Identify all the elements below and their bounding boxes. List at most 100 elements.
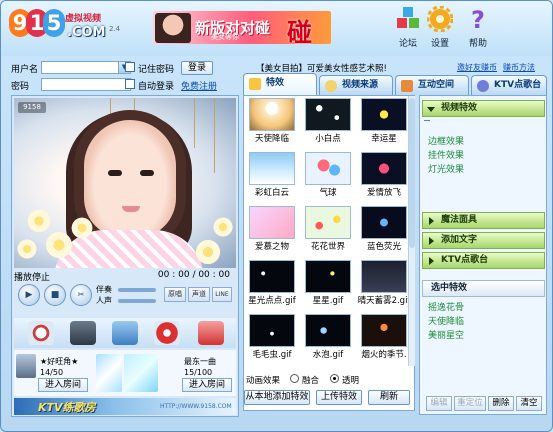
effect-cell[interactable]: 小白点 [304, 98, 352, 144]
effects-grid: 天使降临 小白点 幸运星彩虹白云 气球 爱情放飞爱慕之物 花花世界 蓝色荧光星光点点.gif… [248, 98, 410, 366]
play-button[interactable]: ▶ [18, 284, 40, 306]
gear-icon [427, 6, 453, 32]
add-text-section[interactable]: 添加文字 [422, 232, 545, 249]
voice-label: 人声 [96, 296, 112, 305]
stop-button[interactable]: ■ [44, 284, 66, 306]
effect-cell[interactable]: 水泡.gif [304, 314, 352, 360]
no-camera-icon[interactable] [28, 321, 54, 345]
register-link[interactable]: 免费注册 [181, 79, 217, 92]
accompaniment-slider[interactable] [118, 288, 156, 292]
effect-cell[interactable]: 毛毛虫.gif [248, 314, 296, 360]
effect-cell[interactable]: 星星.gif [304, 260, 352, 306]
flower-decoration [194, 238, 222, 266]
effect-name: 天使降临 [254, 134, 289, 144]
blend-radio[interactable] [290, 374, 299, 383]
line-button[interactable]: LINE [212, 287, 232, 302]
original-vocal-button[interactable]: 原唱 [164, 287, 186, 302]
effects-icon [249, 78, 261, 90]
category-item[interactable] [424, 120, 430, 121]
svg-text:?: ? [471, 6, 485, 32]
effects-scrollbar[interactable] [408, 96, 415, 366]
cut-button[interactable]: ✂ [70, 284, 92, 306]
delete-button[interactable]: 删除 [488, 396, 514, 411]
effect-cell[interactable]: 彩虹白云 [248, 152, 296, 198]
effect-name: 星星.gif [312, 296, 344, 306]
effects-panel: 天使降临 小白点 幸运星彩虹白云 气球 爱情放飞爱慕之物 花花世界 蓝色荧光星光点点.gif… [243, 95, 415, 411]
clear-button[interactable]: 清空 [516, 396, 542, 411]
cubes-icon [397, 7, 419, 28]
help-button[interactable]: ? 帮助 [459, 6, 497, 50]
tab-video-source[interactable]: 视频来源 [319, 75, 393, 95]
video-preview[interactable]: 9158 [14, 98, 236, 268]
effect-thumbnail [249, 98, 295, 131]
effect-thumbnail [249, 314, 295, 347]
scrollbar-thumb[interactable] [409, 98, 415, 248]
effect-name: 水泡.gif [312, 350, 344, 360]
house-icon [401, 80, 413, 92]
tab-effects[interactable]: 特效 [243, 73, 317, 95]
reposition-button[interactable]: 重定位 [454, 396, 486, 411]
enter-room-button[interactable]: 进入房间 [182, 378, 232, 392]
invite-link[interactable]: 邀好友赚币 [457, 62, 497, 73]
settings-label: 设置 [430, 39, 449, 49]
animation-options: 动画效果 融合 透明 从本地添加特效 上传特效 刷新 [244, 372, 414, 410]
selected-effect-item[interactable]: 美丽星空 [428, 328, 464, 341]
record-icon[interactable] [154, 321, 180, 345]
channel-button[interactable]: 声道 [188, 287, 210, 302]
ktv-footer[interactable]: KTV练歌房 HTTP://WWW.9158.COM [14, 398, 236, 415]
effect-cell[interactable]: 烟火的季节. [360, 314, 408, 360]
effect-name: 幸运星 [371, 134, 397, 144]
effect-cell[interactable]: 花花世界 [304, 206, 352, 252]
effect-name: 蓝色荧光 [366, 242, 401, 252]
category-item[interactable]: 灯光效果 [428, 162, 464, 175]
effect-thumbnail [361, 152, 407, 185]
screen-icon[interactable] [112, 321, 138, 345]
earn-coins-link[interactable]: 赚币方法 [503, 62, 535, 73]
ktv-section[interactable]: KTV点歌台 [422, 252, 545, 269]
effect-cell[interactable]: 爱慕之物 [248, 206, 296, 252]
settings-button[interactable]: 设置 [421, 6, 459, 50]
effect-thumbnail [305, 98, 351, 131]
selected-effect-item[interactable]: 摇逸花骨 [428, 300, 464, 313]
effect-cell[interactable]: 蓝色荧光 [360, 206, 408, 252]
category-item[interactable]: 挂件效果 [428, 148, 464, 161]
category-item[interactable]: 边框效果 [428, 134, 464, 147]
auto-login-label: 自动登录 [138, 82, 175, 92]
voice-slider[interactable] [118, 299, 156, 303]
selected-effect-item[interactable]: 天使降临 [428, 314, 464, 327]
collapse-icon [429, 217, 434, 225]
username-combo[interactable]: ▼ [41, 61, 131, 74]
effect-thumbnail [249, 152, 295, 185]
magic-mask-section[interactable]: 魔法面具 [422, 212, 545, 229]
auto-login-checkbox[interactable] [125, 79, 135, 89]
camera-icon[interactable] [70, 321, 96, 345]
login-button[interactable]: 登录 [181, 61, 213, 75]
refresh-button[interactable]: 刷新 [368, 390, 410, 405]
effect-cell[interactable]: 天使降临 [248, 98, 296, 144]
password-field[interactable] [41, 78, 131, 91]
banner-photo [155, 13, 191, 43]
tab-ktv[interactable]: KTV点歌台 [471, 75, 547, 95]
video-effects-section[interactable]: 视频特效 [422, 100, 545, 117]
add-local-effect-button[interactable]: 从本地添加特效 [244, 390, 310, 405]
ad-banner[interactable]: 新版对对碰 美女等你 碰 [153, 11, 331, 44]
effect-thumbnail [249, 206, 295, 239]
edit-button[interactable]: 编辑 [426, 396, 452, 411]
effect-cell[interactable]: 晴天蓄雾2.gif [358, 260, 410, 306]
enter-room-button[interactable]: 进入房间 [38, 378, 88, 392]
gift-icon[interactable] [198, 321, 224, 345]
effect-cell[interactable]: 气球 [304, 152, 352, 198]
remember-checkbox[interactable] [125, 62, 135, 72]
effect-cell[interactable]: 星光点点.gif [248, 260, 296, 306]
effect-cell[interactable]: 幸运星 [360, 98, 408, 144]
flower-decoration [16, 238, 38, 260]
room-count: 14/50 [40, 368, 64, 377]
music-icon [477, 80, 489, 92]
accompaniment-label: 伴奏 [96, 285, 112, 294]
upload-effect-button[interactable]: 上传特效 [316, 390, 362, 405]
effect-cell[interactable]: 爱情放飞 [360, 152, 408, 198]
transparent-radio[interactable] [330, 374, 339, 383]
tab-interactive-space[interactable]: 互动空间 [395, 75, 469, 95]
video-badge: 9158 [18, 102, 46, 113]
effect-name: 毛毛虫.gif [252, 350, 292, 360]
